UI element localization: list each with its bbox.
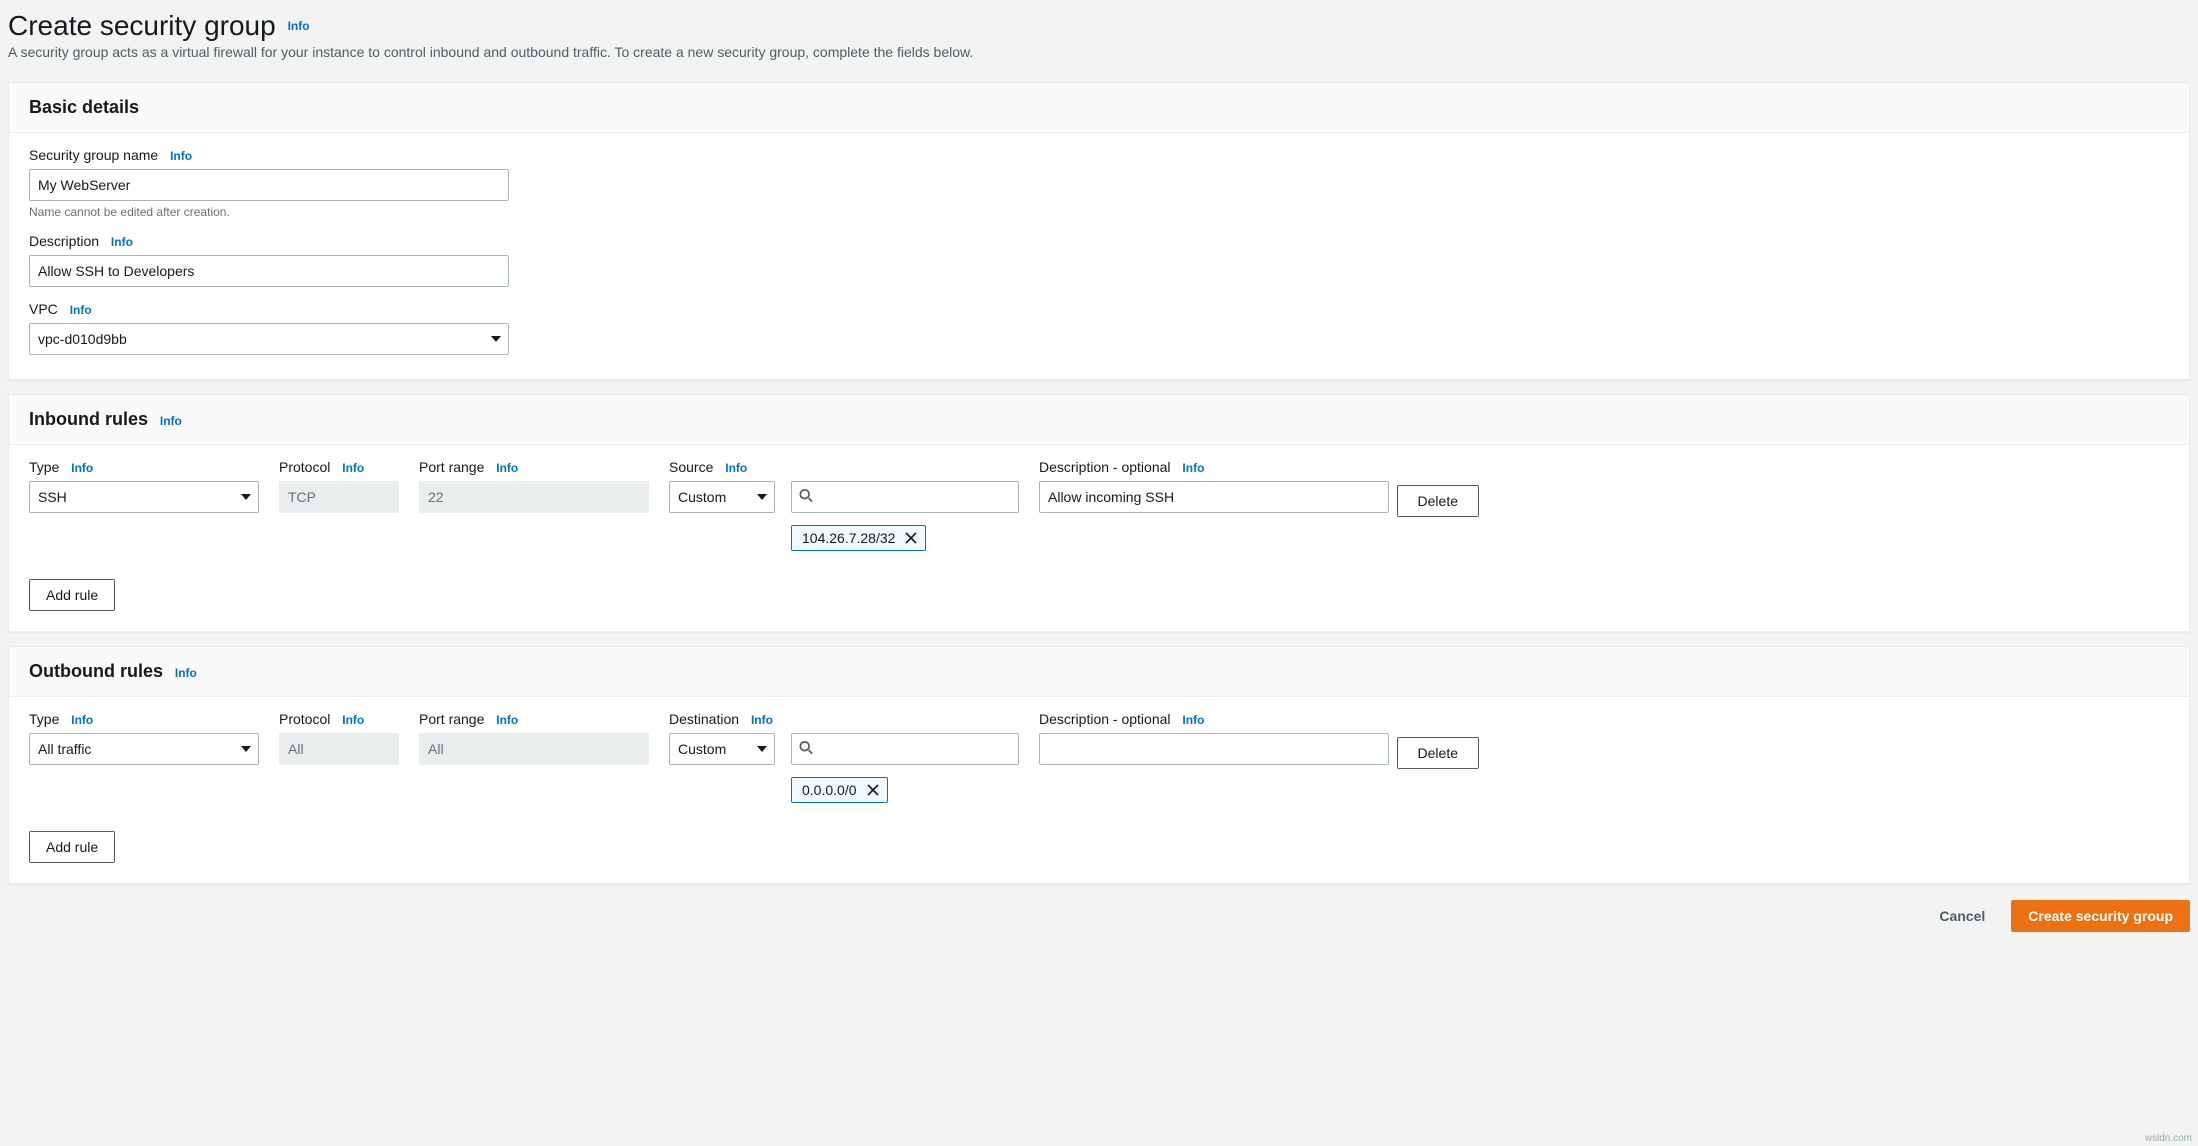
outbound-port-info-link[interactable]: Info bbox=[496, 713, 518, 727]
page-title-info-link[interactable]: Info bbox=[288, 19, 310, 33]
page-subtitle: A security group acts as a virtual firew… bbox=[8, 44, 2190, 60]
chip-label: 0.0.0.0/0 bbox=[802, 782, 857, 798]
outbound-rules-panel: Outbound rules Info Type Info bbox=[8, 646, 2190, 884]
inbound-source-mode-select[interactable] bbox=[669, 481, 775, 513]
outbound-col-protocol: Protocol Info bbox=[279, 711, 399, 727]
outbound-rules-title: Outbound rules bbox=[29, 661, 163, 682]
outbound-type-select[interactable] bbox=[29, 733, 259, 765]
sg-name-info-link[interactable]: Info bbox=[170, 149, 192, 163]
inbound-port-input bbox=[419, 481, 649, 513]
inbound-protocol-input bbox=[279, 481, 399, 513]
outbound-rules-header: Outbound rules Info bbox=[9, 647, 2189, 697]
basic-details-header: Basic details bbox=[9, 83, 2189, 133]
outbound-add-rule-button[interactable]: Add rule bbox=[29, 831, 115, 863]
inbound-col-type: Type Info bbox=[29, 459, 259, 475]
chip-remove-icon[interactable] bbox=[905, 532, 917, 544]
outbound-protocol-info-link[interactable]: Info bbox=[342, 713, 364, 727]
inbound-port-info-link[interactable]: Info bbox=[496, 461, 518, 475]
outbound-col-dest: Destination Info bbox=[669, 711, 1019, 727]
outbound-port-input bbox=[419, 733, 649, 765]
inbound-rules-panel: Inbound rules Info Type Info bbox=[8, 394, 2190, 632]
inbound-col-protocol: Protocol Info bbox=[279, 459, 399, 475]
outbound-desc-info-link[interactable]: Info bbox=[1182, 713, 1204, 727]
outbound-desc-input[interactable] bbox=[1039, 733, 1389, 765]
outbound-dest-search-input[interactable] bbox=[791, 733, 1019, 765]
sg-desc-input[interactable] bbox=[29, 255, 509, 287]
basic-details-panel: Basic details Security group name Info N… bbox=[8, 82, 2190, 380]
outbound-col-port: Port range Info bbox=[419, 711, 649, 727]
search-icon bbox=[799, 741, 813, 758]
outbound-col-desc: Description - optional Info bbox=[1039, 711, 1389, 727]
inbound-info-link[interactable]: Info bbox=[160, 414, 182, 428]
inbound-source-chip: 104.26.7.28/32 bbox=[791, 525, 926, 551]
inbound-protocol-info-link[interactable]: Info bbox=[342, 461, 364, 475]
watermark: wsldn.com bbox=[2145, 1133, 2192, 1144]
basic-details-title: Basic details bbox=[29, 97, 139, 118]
inbound-rules-title: Inbound rules bbox=[29, 409, 148, 430]
sg-vpc-select[interactable] bbox=[29, 323, 509, 355]
inbound-col-source: Source Info bbox=[669, 459, 1019, 475]
chip-remove-icon[interactable] bbox=[867, 784, 879, 796]
inbound-delete-button[interactable]: Delete bbox=[1397, 485, 1479, 517]
outbound-delete-button[interactable]: Delete bbox=[1397, 737, 1479, 769]
page-title: Create security group bbox=[8, 10, 276, 42]
search-icon bbox=[799, 489, 813, 506]
chip-label: 104.26.7.28/32 bbox=[802, 530, 895, 546]
inbound-add-rule-button[interactable]: Add rule bbox=[29, 579, 115, 611]
inbound-col-port: Port range Info bbox=[419, 459, 649, 475]
page-header: Create security group Info A security gr… bbox=[8, 8, 2190, 68]
inbound-type-select[interactable] bbox=[29, 481, 259, 513]
outbound-col-type: Type Info bbox=[29, 711, 259, 727]
inbound-type-info-link[interactable]: Info bbox=[71, 461, 93, 475]
sg-vpc-info-link[interactable]: Info bbox=[70, 303, 92, 317]
sg-name-helper: Name cannot be edited after creation. bbox=[29, 205, 2169, 219]
outbound-info-link[interactable]: Info bbox=[175, 666, 197, 680]
inbound-source-info-link[interactable]: Info bbox=[725, 461, 747, 475]
sg-vpc-label: VPC Info bbox=[29, 301, 2169, 317]
footer-actions: Cancel Create security group bbox=[0, 900, 2198, 944]
inbound-rules-header: Inbound rules Info bbox=[9, 395, 2189, 445]
inbound-col-desc: Description - optional Info bbox=[1039, 459, 1389, 475]
sg-name-input[interactable] bbox=[29, 169, 509, 201]
sg-name-label: Security group name Info bbox=[29, 147, 2169, 163]
outbound-dest-info-link[interactable]: Info bbox=[751, 713, 773, 727]
outbound-dest-mode-select[interactable] bbox=[669, 733, 775, 765]
outbound-type-info-link[interactable]: Info bbox=[71, 713, 93, 727]
outbound-dest-chip: 0.0.0.0/0 bbox=[791, 777, 888, 803]
create-security-group-button[interactable]: Create security group bbox=[2011, 900, 2190, 932]
sg-desc-label: Description Info bbox=[29, 233, 2169, 249]
inbound-source-search-input[interactable] bbox=[791, 481, 1019, 513]
sg-desc-info-link[interactable]: Info bbox=[111, 235, 133, 249]
inbound-desc-input[interactable] bbox=[1039, 481, 1389, 513]
outbound-protocol-input bbox=[279, 733, 399, 765]
cancel-button[interactable]: Cancel bbox=[1923, 900, 2001, 932]
inbound-desc-info-link[interactable]: Info bbox=[1182, 461, 1204, 475]
